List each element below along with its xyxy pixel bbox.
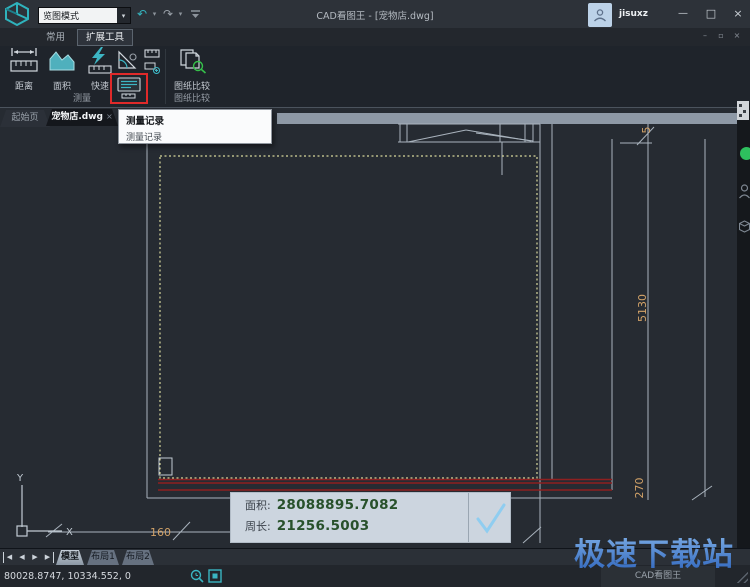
- ucs-x-label: X: [66, 527, 73, 538]
- box-icon[interactable]: [739, 220, 750, 233]
- drawing-compare-icon: [177, 47, 207, 77]
- dimension-labels: 5 5130 270 160: [150, 127, 653, 540]
- selection-dashed-rect: [160, 156, 537, 478]
- red-wall-lines: [158, 480, 612, 491]
- doc-tab-start-label: 起始页: [11, 113, 38, 123]
- doc-minimize-icon[interactable]: –: [698, 31, 712, 40]
- dim-bottom: 270: [633, 478, 646, 499]
- person-icon[interactable]: [739, 184, 750, 199]
- tooltip-description: 测量记录: [126, 130, 264, 143]
- ribbon-tab-common[interactable]: 常用: [38, 30, 73, 46]
- drawing-compare-button-label: 图纸比较: [174, 79, 210, 92]
- watermark-text: 极速下载站: [574, 529, 734, 574]
- zoom-extents-icon[interactable]: [208, 569, 222, 583]
- minimize-button[interactable]: —: [674, 6, 692, 22]
- measure-record-tooltip: 测量记录 测量记录: [118, 109, 272, 144]
- last-layout-icon[interactable]: ▶: [42, 552, 54, 563]
- distance-button-label: 距离: [15, 79, 33, 92]
- perimeter-result-value: 21256.5003: [277, 518, 370, 534]
- next-layout-icon[interactable]: ▶: [29, 552, 41, 563]
- side-panel-strip: [737, 103, 750, 548]
- close-button[interactable]: ×: [729, 6, 747, 22]
- distance-button[interactable]: 距离: [5, 47, 43, 89]
- username: jisuxz: [619, 9, 648, 19]
- area-button[interactable]: 面积: [43, 47, 81, 89]
- chat-bubble-icon[interactable]: [740, 147, 750, 160]
- resize-grip[interactable]: [736, 571, 748, 583]
- layout-tab-layout1[interactable]: 布局1: [87, 550, 119, 565]
- doc-close-icon[interactable]: ×: [730, 31, 744, 40]
- maximize-button[interactable]: □: [702, 6, 720, 22]
- ribbon-tab-extended-tools[interactable]: 扩展工具: [77, 29, 133, 46]
- ruler-icon: [144, 48, 160, 59]
- angle-measure-button[interactable]: [115, 48, 139, 72]
- drawing-compare-button[interactable]: 图纸比较: [170, 47, 214, 89]
- area-result-label: 面积:: [245, 497, 271, 513]
- quick-measure-button-label: 快速: [91, 79, 109, 92]
- layout-tab-model[interactable]: 模型: [56, 550, 84, 565]
- dim-height: 5130: [636, 294, 649, 322]
- highlight-rectangle: [110, 73, 148, 104]
- area-icon: [48, 47, 76, 77]
- confirm-measurement-button[interactable]: [468, 493, 510, 542]
- doc-tab-close-icon[interactable]: ×: [106, 112, 113, 121]
- ribbon-tab-row: 常用 扩展工具 – ▫ ×: [0, 28, 750, 46]
- compare-group-label: 图纸比较: [166, 93, 218, 106]
- ucs-y-label: Y: [16, 473, 24, 484]
- qr-thumbnail[interactable]: [737, 101, 749, 120]
- cad-viewer-window: 览图模式 ▾ ↶ ▾ ↷ ▾ CAD看图王 - [宠物店.dwg] jisuxz…: [0, 0, 750, 587]
- ruler-tool-button[interactable]: [143, 47, 161, 60]
- ribbon-toolbar: 距离 面积 快速: [0, 46, 750, 108]
- user-avatar[interactable]: [588, 3, 612, 27]
- area-button-label: 面积: [53, 79, 71, 92]
- distance-icon: [9, 47, 39, 77]
- ucs-axis-icon: [17, 485, 62, 536]
- dim-top: 5: [640, 127, 653, 134]
- perimeter-result-label: 周长:: [245, 518, 271, 534]
- angle-measure-icon: [116, 49, 138, 71]
- layout-tab-layout2[interactable]: 布局2: [122, 550, 154, 565]
- doc-tab-start-page[interactable]: 起始页: [0, 110, 50, 127]
- tooltip-title: 测量记录: [126, 113, 264, 127]
- doc-tab-drawing-label: 宠物店.dwg: [51, 112, 103, 122]
- first-layout-icon[interactable]: ◀: [3, 552, 15, 563]
- dim-width: 160: [150, 526, 171, 539]
- doc-tab-drawing[interactable]: 宠物店.dwg×: [46, 109, 118, 126]
- prev-layout-icon[interactable]: ◀: [16, 552, 28, 563]
- cad-drawing: 5 5130 270 160 Y X: [0, 108, 750, 548]
- titlebar: 览图模式 ▾ ↶ ▾ ↷ ▾ CAD看图王 - [宠物店.dwg] jisuxz…: [0, 0, 750, 28]
- cursor-coordinates: 80028.8747, 10334.552, 0: [4, 571, 131, 582]
- checkmark-icon: [472, 499, 508, 537]
- wall-band: [277, 113, 737, 124]
- zoom-realtime-icon[interactable]: [190, 569, 204, 583]
- measurement-result-panel: 面积: 28088895.7082 周长: 21256.5003: [230, 492, 511, 543]
- area-result-value: 28088895.7082: [277, 497, 399, 513]
- doc-restore-icon[interactable]: ▫: [714, 31, 728, 40]
